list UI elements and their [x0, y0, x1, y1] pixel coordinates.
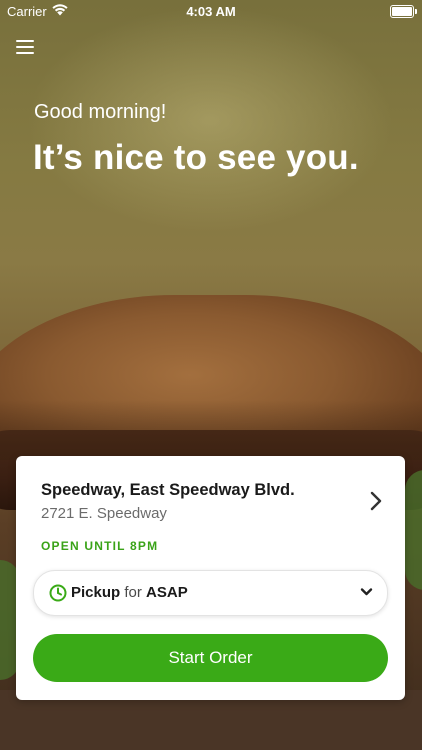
bun-shade — [0, 400, 422, 460]
order-mode-label: Pickup for ASAP — [71, 584, 188, 601]
store-name[interactable]: Speedway, East Speedway Blvd. — [41, 481, 295, 500]
hamburger-menu-icon[interactable] — [16, 39, 34, 55]
start-order-button[interactable]: Start Order — [33, 634, 388, 682]
status-bar: Carrier 4:03 AM — [0, 0, 422, 22]
store-address: 2721 E. Speedway — [41, 505, 167, 522]
order-mode-connector: for — [124, 584, 142, 601]
order-time: ASAP — [146, 584, 188, 601]
chevron-down-icon — [360, 588, 373, 596]
lettuce-right — [405, 470, 422, 590]
greeting-text: Good morning! — [34, 101, 167, 123]
order-mode-selector[interactable]: Pickup for ASAP — [33, 570, 388, 616]
battery-icon — [390, 5, 417, 18]
page-title: It’s nice to see you. — [33, 138, 359, 177]
order-mode: Pickup — [71, 584, 121, 601]
store-card: Speedway, East Speedway Blvd. 2721 E. Sp… — [16, 456, 405, 700]
clock-icon — [49, 584, 67, 602]
chevron-right-icon[interactable] — [369, 490, 383, 512]
clock-time: 4:03 AM — [186, 4, 236, 19]
open-status-badge: OPEN UNTIL 8PM — [41, 539, 159, 553]
